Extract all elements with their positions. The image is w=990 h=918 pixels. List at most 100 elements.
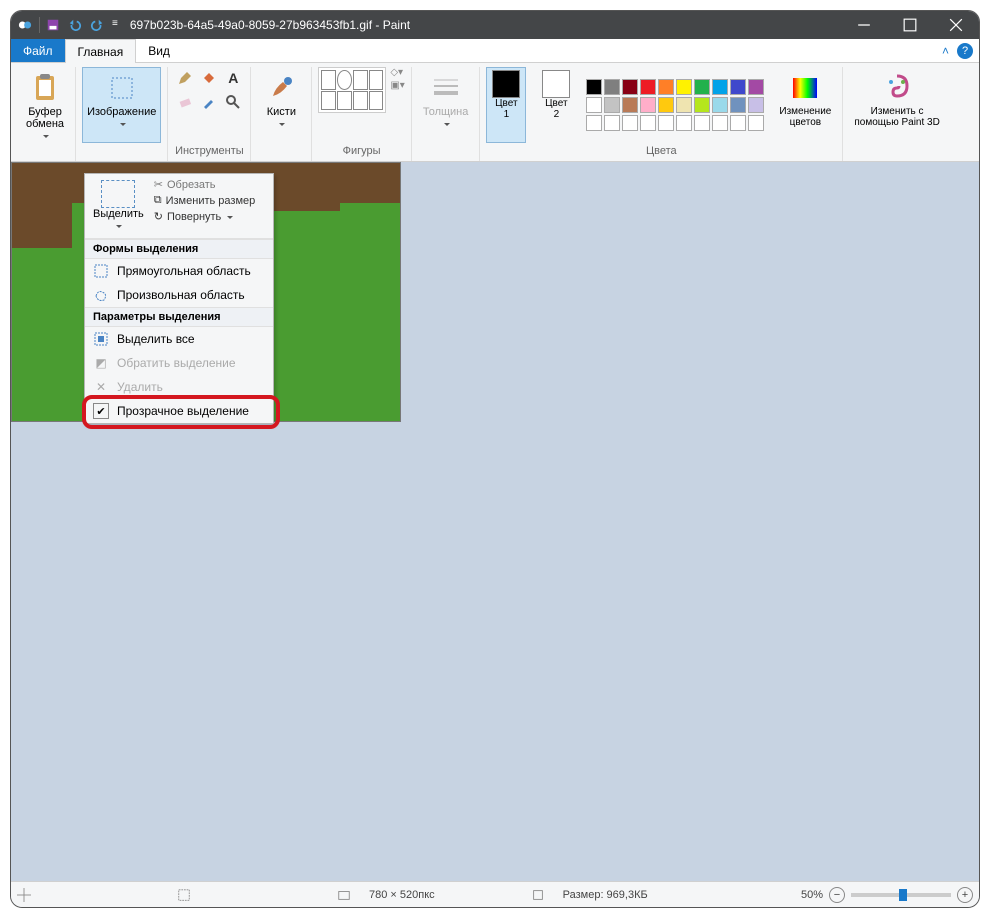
tab-file[interactable]: Файл — [11, 39, 65, 62]
palette-swatch[interactable] — [640, 97, 656, 113]
palette-swatch[interactable] — [604, 79, 620, 95]
image-button[interactable]: Изображение — [82, 67, 161, 143]
zoom-controls: 50% − + — [801, 887, 973, 903]
freeform-selection-item[interactable]: Произвольная область — [85, 283, 273, 307]
color1-swatch — [492, 70, 520, 98]
palette-swatch[interactable] — [694, 97, 710, 113]
group-clipboard: Буфер обмена — [15, 67, 76, 161]
group-thickness: Толщина — [412, 67, 481, 161]
palette-swatch[interactable] — [622, 115, 638, 131]
palette-swatch[interactable] — [658, 115, 674, 131]
paint-window: ≡ 697b023b-64a5-49a0-8059-27b963453fb1.g… — [10, 10, 980, 908]
pencil-icon[interactable] — [174, 67, 196, 89]
fill-icon[interactable] — [198, 67, 220, 89]
group-label-colors: Цвета — [646, 143, 677, 157]
palette-swatch[interactable] — [730, 97, 746, 113]
transparent-selection-item[interactable]: ✔ Прозрачное выделение — [85, 399, 273, 423]
palette-swatch[interactable] — [604, 97, 620, 113]
rotate-button[interactable]: ↻Повернуть — [154, 210, 256, 223]
maximize-button[interactable] — [887, 11, 933, 39]
group-label-shapes: Фигуры — [343, 143, 381, 157]
brushes-label: Кисти — [267, 106, 296, 118]
edit-colors-label: Изменение цветов — [779, 106, 831, 128]
group-label-tools: Инструменты — [175, 143, 244, 157]
palette-swatch[interactable] — [640, 79, 656, 95]
group-label-clipboard — [44, 143, 47, 157]
palette-swatch[interactable] — [748, 97, 764, 113]
color-palette[interactable] — [586, 79, 764, 131]
palette-swatch[interactable] — [658, 79, 674, 95]
edit-colors-button[interactable]: Изменение цветов — [774, 67, 836, 143]
palette-swatch[interactable] — [730, 79, 746, 95]
palette-swatch[interactable] — [676, 79, 692, 95]
text-icon[interactable]: A — [222, 67, 244, 89]
freeform-selection-icon — [93, 287, 109, 303]
zoom-in-button[interactable]: + — [957, 887, 973, 903]
group-shapes: ◇▾ ▣▾ Фигуры — [312, 67, 411, 161]
shapes-gallery[interactable] — [318, 67, 386, 113]
color2-label: Цвет 2 — [545, 98, 567, 120]
select-tool-button[interactable]: Выделить — [89, 178, 148, 234]
palette-swatch[interactable] — [748, 79, 764, 95]
group-brushes: Кисти — [251, 67, 312, 161]
palette-swatch[interactable] — [622, 79, 638, 95]
invert-icon: ◩ — [93, 355, 109, 371]
invert-selection-item: ◩ Обратить выделение — [85, 351, 273, 375]
redo-icon[interactable] — [90, 18, 104, 32]
select-all-icon — [93, 331, 109, 347]
selection-shapes-header: Формы выделения — [85, 239, 273, 259]
palette-swatch[interactable] — [712, 115, 728, 131]
zoom-slider[interactable] — [851, 893, 951, 897]
palette-swatch[interactable] — [586, 79, 602, 95]
magnify-icon[interactable] — [222, 91, 244, 113]
color2-button[interactable]: Цвет 2 — [536, 67, 576, 143]
brushes-button[interactable]: Кисти — [257, 67, 305, 143]
palette-swatch[interactable] — [676, 97, 692, 113]
crop-icon: ✂ — [154, 178, 163, 191]
window-controls — [841, 11, 979, 39]
paint3d-button[interactable]: Изменить с помощью Paint 3D — [849, 67, 944, 143]
crop-button[interactable]: ✂Обрезать — [154, 178, 256, 191]
color2-swatch — [542, 70, 570, 98]
palette-swatch[interactable] — [586, 97, 602, 113]
palette-swatch[interactable] — [748, 115, 764, 131]
help-icon[interactable]: ? — [957, 43, 973, 59]
eraser-icon[interactable] — [174, 91, 196, 113]
thickness-button[interactable]: Толщина — [418, 67, 474, 143]
palette-swatch[interactable] — [622, 97, 638, 113]
palette-swatch[interactable] — [586, 115, 602, 131]
undo-icon[interactable] — [68, 18, 82, 32]
clipboard-button[interactable]: Буфер обмена — [21, 67, 69, 143]
palette-swatch[interactable] — [604, 115, 620, 131]
close-button[interactable] — [933, 11, 979, 39]
minimize-button[interactable] — [841, 11, 887, 39]
picker-icon[interactable] — [198, 91, 220, 113]
save-icon[interactable] — [46, 18, 60, 32]
resize-button[interactable]: ⧉Изменить размер — [154, 194, 256, 207]
select-all-item[interactable]: Выделить все — [85, 327, 273, 351]
palette-swatch[interactable] — [658, 97, 674, 113]
shape-outline-icon[interactable]: ◇▾ — [390, 67, 404, 78]
palette-swatch[interactable] — [640, 115, 656, 131]
tab-home[interactable]: Главная — [65, 39, 137, 63]
palette-swatch[interactable] — [694, 79, 710, 95]
zoom-level: 50% — [801, 889, 823, 901]
delete-selection-item: ✕ Удалить — [85, 375, 273, 399]
tab-view[interactable]: Вид — [136, 39, 182, 62]
color1-button[interactable]: Цвет 1 — [486, 67, 526, 143]
select-label: Выделить — [93, 208, 144, 220]
group-colors: Цвет 1 Цвет 2 Изменение цветов Цвета — [480, 67, 843, 161]
checkbox-checked-icon: ✔ — [93, 403, 109, 419]
palette-swatch[interactable] — [730, 115, 746, 131]
palette-swatch[interactable] — [712, 97, 728, 113]
filesize: Размер: 969,3КБ — [563, 889, 648, 901]
shape-fill-icon[interactable]: ▣▾ — [390, 80, 404, 91]
palette-swatch[interactable] — [712, 79, 728, 95]
customize-icon[interactable]: ≡ — [112, 18, 118, 32]
resize-icon: ⧉ — [154, 194, 162, 207]
rect-selection-item[interactable]: Прямоугольная область — [85, 259, 273, 283]
collapse-ribbon-icon[interactable]: ˄ — [942, 44, 949, 58]
palette-swatch[interactable] — [694, 115, 710, 131]
zoom-out-button[interactable]: − — [829, 887, 845, 903]
palette-swatch[interactable] — [676, 115, 692, 131]
